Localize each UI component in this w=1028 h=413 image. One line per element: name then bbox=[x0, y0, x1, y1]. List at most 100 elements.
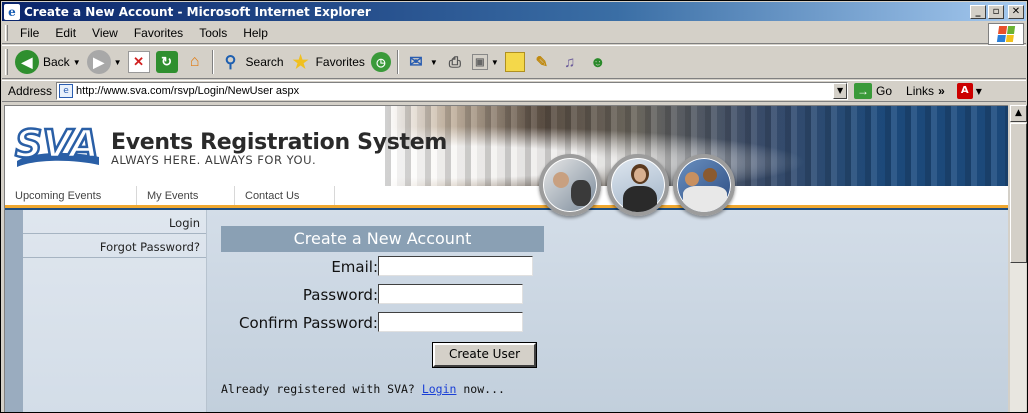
history-button[interactable]: ◷ bbox=[368, 48, 394, 76]
edit-button[interactable]: ▣ ▼ bbox=[469, 48, 502, 76]
logo-text: SVA bbox=[15, 122, 99, 166]
edit-dropdown-icon[interactable]: ▼ bbox=[491, 58, 499, 67]
site-tagline: ALWAYS HERE. ALWAYS FOR YOU. bbox=[111, 153, 317, 167]
forward-dropdown-icon[interactable]: ▼ bbox=[114, 58, 122, 67]
page-viewport: SVA Events Registration System ALWAYS HE… bbox=[4, 105, 1008, 412]
confirm-password-label: Confirm Password: bbox=[238, 314, 378, 332]
confirm-password-field[interactable] bbox=[378, 312, 523, 332]
vertical-scrollbar[interactable]: ▲ bbox=[1009, 105, 1027, 412]
email-row: Email: bbox=[221, 252, 921, 280]
mail-button[interactable]: ✉ ▼ bbox=[402, 48, 441, 76]
menu-view[interactable]: View bbox=[84, 26, 126, 40]
password-label: Password: bbox=[302, 286, 378, 304]
print-button[interactable]: ⎙ bbox=[441, 48, 469, 76]
home-button[interactable]: ⌂ bbox=[181, 48, 209, 76]
site-title: Events Registration System bbox=[111, 130, 448, 155]
photo-circle-group bbox=[673, 154, 735, 216]
nav-contact-us[interactable]: Contact Us bbox=[235, 186, 335, 205]
back-dropdown-icon[interactable]: ▼ bbox=[73, 58, 81, 67]
windows-logo-icon bbox=[988, 23, 1024, 45]
password-field[interactable] bbox=[378, 284, 523, 304]
site-header: SVA Events Registration System ALWAYS HE… bbox=[5, 106, 1008, 216]
stop-icon: ✕ bbox=[127, 51, 150, 73]
home-icon: ⌂ bbox=[189, 53, 200, 70]
forward-button[interactable]: ▶ ▼ bbox=[84, 48, 125, 76]
links-button[interactable]: Links » bbox=[906, 84, 945, 98]
back-arrow-icon: ◀ bbox=[15, 50, 39, 74]
mail-dropdown-icon[interactable]: ▼ bbox=[430, 58, 438, 67]
stop-button[interactable]: ✕ bbox=[125, 48, 153, 76]
window-title: Create a New Account - Microsoft Interne… bbox=[24, 4, 371, 19]
confirm-password-row: Confirm Password: bbox=[221, 308, 921, 336]
sidebar-login[interactable]: Login bbox=[23, 210, 206, 234]
go-arrow-icon: → bbox=[854, 83, 873, 99]
address-bar: Address e http://www.sva.com/rsvp/Login/… bbox=[2, 80, 1026, 102]
sidebar: Login Forgot Password? bbox=[23, 210, 207, 412]
star-icon: ★ bbox=[292, 51, 309, 72]
mail-icon: ✉ bbox=[409, 54, 423, 71]
edit-page-icon: ▣ bbox=[471, 54, 488, 70]
research-icon: ✎ bbox=[535, 54, 549, 71]
create-user-button[interactable]: Create User bbox=[432, 342, 537, 368]
toolbar-separator bbox=[211, 50, 214, 74]
email-field[interactable] bbox=[378, 256, 533, 276]
address-dropdown-icon[interactable]: ▼ bbox=[833, 83, 848, 99]
refresh-icon: ↻ bbox=[155, 51, 178, 73]
research-button[interactable]: ✎ bbox=[528, 48, 556, 76]
sidebar-forgot-password[interactable]: Forgot Password? bbox=[23, 234, 206, 258]
messenger-icon: ☻ bbox=[589, 53, 606, 71]
menu-tools[interactable]: Tools bbox=[191, 26, 235, 40]
scroll-thumb[interactable] bbox=[1010, 123, 1027, 263]
password-row: Password: bbox=[221, 280, 921, 308]
close-button[interactable]: ✕ bbox=[1008, 4, 1024, 19]
media-button[interactable]: ♫ bbox=[556, 48, 584, 76]
already-registered-text: Already registered with SVA? Login now..… bbox=[221, 382, 505, 396]
go-button[interactable]: → Go bbox=[854, 83, 892, 99]
photo-circle-woman bbox=[607, 154, 669, 216]
toolbar-separator bbox=[396, 50, 399, 74]
refresh-button[interactable]: ↻ bbox=[153, 48, 181, 76]
maximize-button[interactable]: ▫ bbox=[988, 4, 1004, 19]
links-chevron-icon[interactable]: » bbox=[938, 84, 945, 98]
acrobat-button[interactable]: A ▼ bbox=[956, 83, 982, 99]
menu-file[interactable]: File bbox=[12, 26, 47, 40]
menu-favorites[interactable]: Favorites bbox=[126, 26, 191, 40]
note-icon bbox=[504, 52, 525, 72]
messenger-button[interactable]: ☻ bbox=[584, 48, 612, 76]
standard-toolbar: ◀ Back ▼ ▶ ▼ ✕ ↻ ⌂ ⚲ Search ★ Favorites … bbox=[2, 45, 1026, 79]
media-icon: ♫ bbox=[564, 53, 576, 71]
forward-arrow-icon: ▶ bbox=[86, 50, 111, 74]
create-account-form: Create a New Account Email: Password: Co… bbox=[221, 226, 921, 396]
page-icon: e bbox=[59, 84, 74, 98]
menu-grip bbox=[5, 24, 8, 41]
nav-upcoming-events[interactable]: Upcoming Events bbox=[5, 186, 137, 205]
nav-my-events[interactable]: My Events bbox=[137, 186, 235, 205]
search-button[interactable]: ⚲ Search bbox=[217, 48, 287, 76]
toolbar-grip bbox=[5, 49, 8, 75]
printer-icon: ⎙ bbox=[448, 53, 461, 71]
browser-window: e Create a New Account - Microsoft Inter… bbox=[0, 0, 1028, 413]
scroll-up-icon[interactable]: ▲ bbox=[1010, 105, 1027, 122]
favorites-button[interactable]: ★ Favorites bbox=[287, 48, 368, 76]
photo-circle-meeting bbox=[539, 154, 601, 216]
address-field[interactable]: e http://www.sva.com/rsvp/Login/NewUser … bbox=[56, 82, 849, 100]
title-bar: e Create a New Account - Microsoft Inter… bbox=[2, 2, 1026, 21]
menu-bar: File Edit View Favorites Tools Help bbox=[2, 22, 1026, 45]
history-icon: ◷ bbox=[370, 52, 391, 72]
email-label: Email: bbox=[331, 258, 378, 276]
left-strip bbox=[5, 210, 23, 412]
menu-help[interactable]: Help bbox=[235, 26, 276, 40]
discuss-button[interactable] bbox=[502, 48, 528, 76]
form-header: Create a New Account bbox=[221, 226, 544, 252]
acrobat-dropdown-icon[interactable]: ▼ bbox=[976, 87, 982, 96]
site-nav: Upcoming Events My Events Contact Us bbox=[5, 186, 1008, 208]
login-link[interactable]: Login bbox=[422, 382, 457, 396]
address-label: Address bbox=[8, 84, 53, 98]
menu-edit[interactable]: Edit bbox=[47, 26, 84, 40]
minimize-button[interactable]: _ bbox=[970, 4, 986, 19]
sva-logo: SVA bbox=[14, 121, 100, 167]
address-url[interactable]: http://www.sva.com/rsvp/Login/NewUser as… bbox=[76, 85, 833, 97]
back-button[interactable]: ◀ Back ▼ bbox=[12, 48, 84, 76]
site-body: Login Forgot Password? Create a New Acco… bbox=[5, 210, 1008, 412]
search-icon: ⚲ bbox=[224, 54, 237, 71]
